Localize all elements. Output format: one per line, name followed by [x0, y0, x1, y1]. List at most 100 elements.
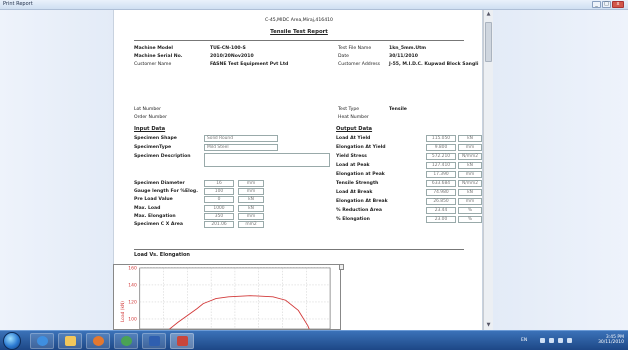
taskbar-explorer-icon[interactable] [58, 333, 82, 349]
specimen-shape-field: Solid Round [204, 135, 278, 142]
order-number-label: Order Number [134, 115, 167, 120]
load-vs-elongation-chart: 100 120 140 160 Load (kN) [113, 264, 341, 330]
input-row-unit: mm [238, 180, 264, 187]
window-title: Print Report [3, 1, 33, 7]
machine-serial-label: Machine Serial No. [134, 54, 183, 59]
input-row-label: Max. Elongation [134, 213, 176, 219]
input-row-unit: mm [238, 188, 264, 196]
output-row-value: 127.410 [426, 162, 456, 169]
customer-name-value: FASNE Test Equipment Pvt Ltd [210, 62, 289, 67]
output-row-unit: % [458, 207, 482, 214]
output-row-label: Yield Stress [336, 154, 367, 159]
output-data-heading: Output Data [336, 126, 373, 132]
report-title: Tensile Test Report [270, 29, 328, 35]
output-row-unit: % [458, 216, 482, 223]
output-row-unit: mm [458, 144, 482, 151]
window-title-bar: Print Report _ □ x [0, 0, 628, 10]
output-row-unit: kN [458, 162, 482, 169]
output-row-value: 26.850 [426, 198, 456, 205]
specimen-shape-label: Specimen Shape [134, 136, 177, 141]
viewer-left-margin [0, 10, 113, 330]
taskbar-word-icon[interactable] [142, 333, 166, 349]
taskbar-chrome-icon[interactable] [114, 333, 138, 349]
input-row-value: 201.06 [204, 221, 234, 228]
specimen-description-field [204, 153, 330, 167]
tray-power-icon[interactable] [567, 338, 572, 343]
input-data-heading: Input Data [134, 126, 166, 132]
taskbar: EN 3:45 PM 30/11/2010 [0, 330, 628, 350]
output-row-label: % Reduction Area [336, 208, 382, 213]
output-row-label: % Elongation [336, 217, 370, 222]
test-type-label: Test Type [338, 107, 360, 112]
clock[interactable]: 3:45 PM 30/11/2010 [598, 335, 624, 345]
output-row-value: 17.390 [426, 171, 456, 178]
taskbar-ie-icon[interactable] [30, 333, 54, 349]
output-row-label: Elongation At Break [336, 199, 388, 204]
input-row-label: Specimen Diameter [134, 181, 185, 186]
machine-model-label: Machine Model [134, 46, 173, 51]
test-file-label: Test File Name [338, 46, 372, 51]
y-tick-label: 100 [128, 316, 137, 322]
tray-network-icon[interactable] [540, 338, 545, 343]
y-tick-label: 160 [128, 265, 137, 271]
date-value: 30/11/2010 [389, 54, 418, 59]
graph-heading: Load Vs. Elongation [134, 252, 190, 258]
output-row-value: 74.980 [426, 189, 456, 196]
minimize-button[interactable]: _ [592, 1, 601, 8]
test-type-value: Tensile [389, 107, 407, 112]
tray-volume-icon[interactable] [549, 338, 554, 343]
specimen-type-field: Mild Steel [204, 144, 278, 151]
divider [134, 249, 464, 250]
header-address: C-45,MIDC Area,Miraj,416410 [265, 18, 333, 23]
customer-address-value: J-55, M.I.D.C. Kupwad Block Sangli [389, 62, 479, 67]
machine-model-value: TUE-CN-100-S [210, 46, 246, 51]
output-row-unit: mm [458, 198, 482, 205]
heat-number-label: Heat Number [338, 115, 369, 120]
maximize-button[interactable]: □ [602, 1, 611, 8]
output-row-unit: N/mm2 [458, 180, 482, 187]
output-row-label: Load At Yield [336, 136, 371, 141]
specimen-type-label: SpecimenType [134, 145, 172, 150]
divider [134, 40, 464, 41]
input-row-unit: mm2 [238, 221, 264, 228]
output-row-value: 115.050 [426, 135, 456, 142]
chart-scroll-box [339, 264, 344, 270]
output-row-value: 633.684 [426, 180, 456, 187]
input-row-unit: kN [238, 204, 264, 212]
input-row-label: Specimen C X Area [134, 222, 183, 227]
lot-number-label: Lot Number [134, 107, 162, 112]
y-tick-label: 120 [128, 299, 137, 305]
taskbar-report-app-icon[interactable] [170, 333, 194, 349]
date-label: Date [338, 54, 349, 59]
output-row-unit: kN [458, 189, 482, 196]
output-row-value: 572.210 [426, 153, 456, 160]
test-file-value: 1kn_5mm.Utm [389, 46, 427, 51]
customer-name-label: Customer Name [134, 62, 172, 67]
output-row-value: 9.800 [426, 144, 456, 151]
scroll-thumb[interactable] [485, 22, 492, 62]
start-button[interactable] [3, 332, 21, 350]
specimen-description-label: Specimen Description [134, 154, 191, 159]
input-row-unit: mm [238, 212, 264, 220]
system-tray [540, 338, 572, 343]
scroll-down-arrow-icon[interactable]: ▼ [485, 322, 492, 329]
y-tick-label: 140 [128, 282, 137, 288]
input-row-value: 1000 [204, 204, 234, 212]
input-row-value: 16 [204, 180, 234, 187]
close-button[interactable]: x [612, 1, 624, 8]
input-row-unit: kN [238, 196, 264, 204]
input-row-value: 0 [204, 196, 234, 204]
output-row-unit: mm [458, 171, 482, 178]
customer-address-label: Customer Address [338, 62, 381, 67]
viewer-right-margin [493, 10, 628, 330]
language-indicator[interactable]: EN [521, 338, 527, 343]
tray-flag-icon[interactable] [558, 338, 563, 343]
output-row-label: Load at Peak [336, 163, 370, 168]
taskbar-firefox-icon[interactable] [86, 333, 110, 349]
output-row-value: 23.00 [426, 216, 456, 223]
input-row-label: Max. Load [134, 205, 161, 211]
vertical-scrollbar[interactable]: ▲ ▼ [483, 10, 493, 330]
output-row-label: Elongation At Yield [336, 145, 386, 150]
scroll-up-arrow-icon[interactable]: ▲ [485, 11, 492, 18]
output-row-unit: N/mm2 [458, 153, 482, 160]
